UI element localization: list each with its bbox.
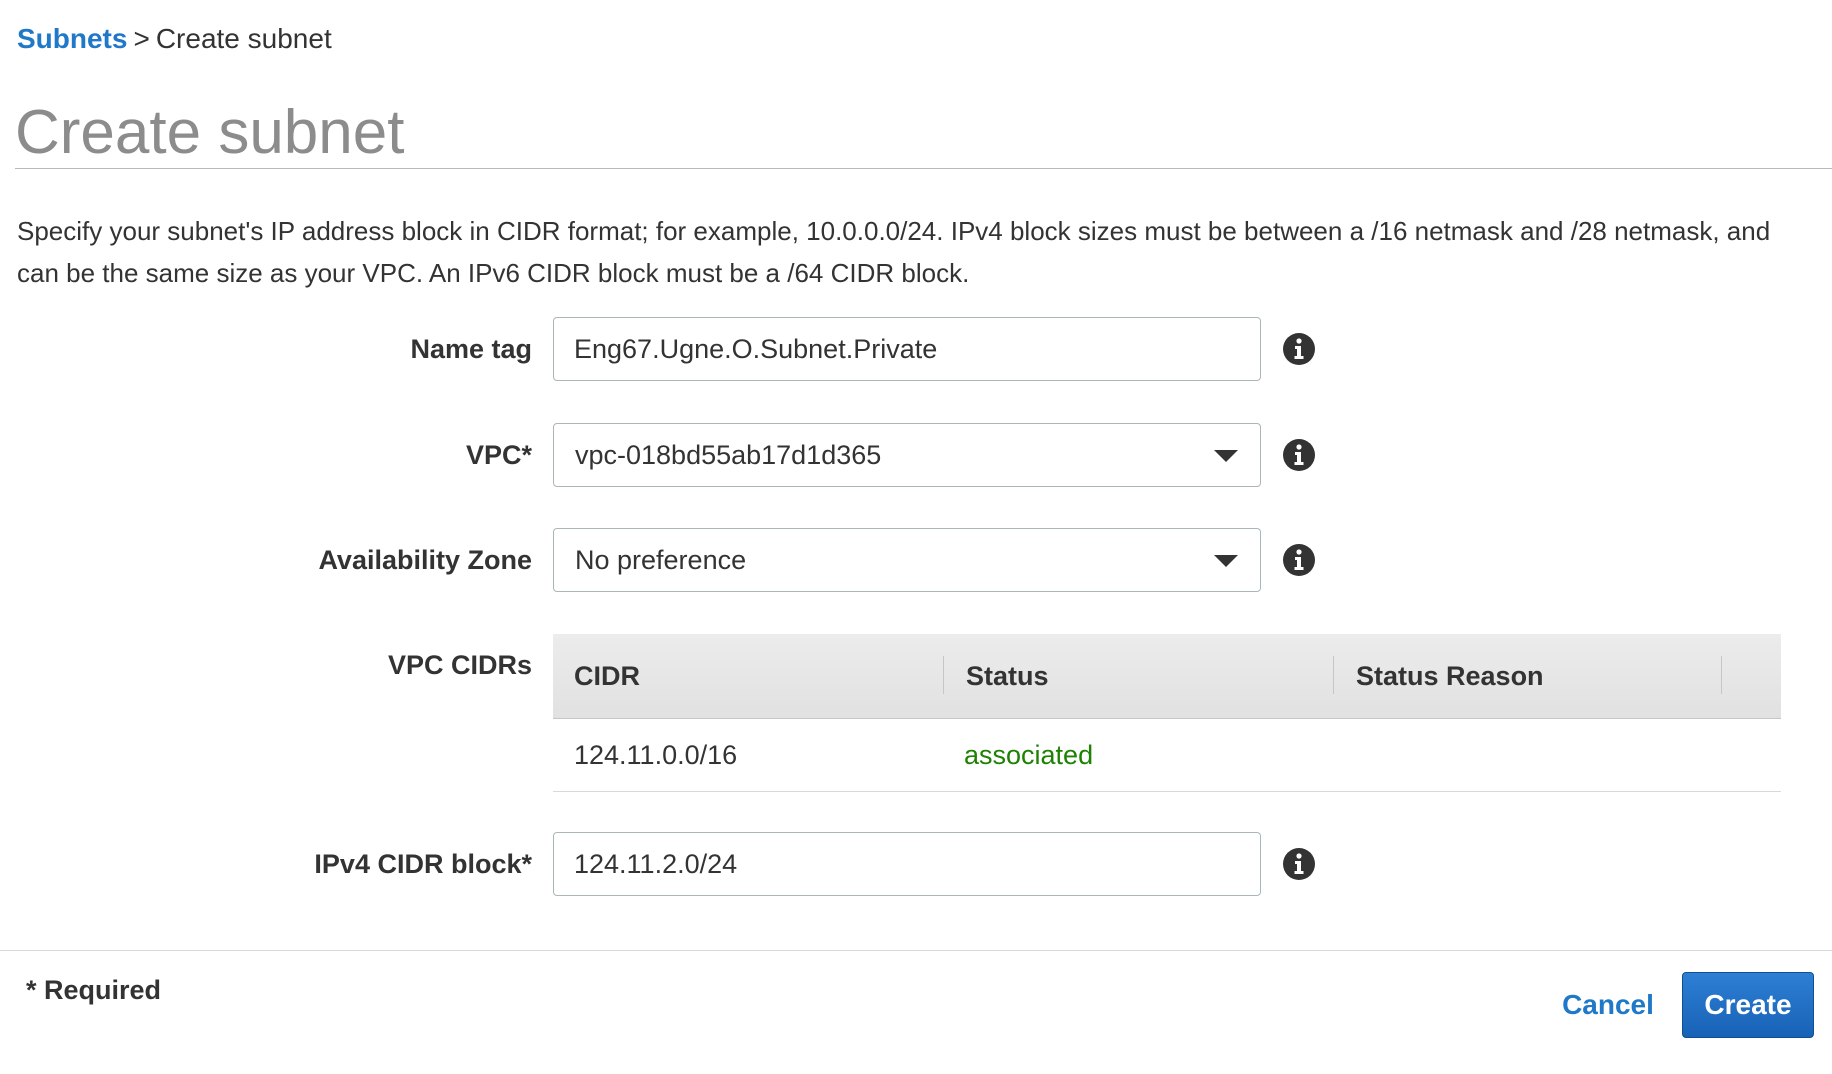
ipv4-cidr-label: IPv4 CIDR block* (314, 849, 532, 879)
availability-zone-select-value: No preference (575, 545, 747, 575)
column-divider (1333, 656, 1334, 694)
page-description: Specify your subnet's IP address block i… (17, 216, 1771, 288)
breadcrumb: Subnets > Create subnet (17, 22, 332, 56)
table-row: 124.11.0.0/16 associated (553, 719, 1781, 792)
info-icon[interactable] (1282, 332, 1316, 366)
footer-divider (0, 950, 1832, 951)
name-tag-label: Name tag (410, 334, 532, 364)
availability-zone-label: Availability Zone (318, 545, 532, 575)
breadcrumb-current: Create subnet (155, 23, 332, 54)
status-badge: associated (964, 740, 1094, 770)
info-icon[interactable] (1282, 438, 1316, 472)
caret-down-icon (1214, 450, 1238, 462)
availability-zone-select[interactable]: No preference (553, 528, 1261, 592)
ipv4-cidr-input[interactable] (553, 832, 1261, 896)
breadcrumb-link-subnets[interactable]: Subnets (17, 23, 127, 54)
vpc-cidrs-table: CIDR Status Status Reason 124.11.0.0/16 … (553, 634, 1781, 792)
name-tag-input[interactable] (553, 317, 1261, 381)
info-icon[interactable] (1282, 847, 1316, 881)
cancel-button[interactable]: Cancel (1548, 976, 1668, 1034)
info-icon[interactable] (1282, 543, 1316, 577)
breadcrumb-separator: > (133, 23, 150, 54)
cell-cidr: 124.11.0.0/16 (574, 740, 738, 770)
create-button[interactable]: Create (1682, 972, 1814, 1038)
caret-down-icon (1214, 555, 1238, 567)
vpc-select[interactable]: vpc-018bd55ab17d1d365 (553, 423, 1261, 487)
column-header-cidr[interactable]: CIDR (574, 634, 640, 718)
table-header: CIDR Status Status Reason (553, 634, 1781, 719)
column-divider (943, 656, 944, 694)
column-header-status-reason[interactable]: Status Reason (1356, 634, 1544, 718)
vpc-cidrs-label: VPC CIDRs (387, 650, 532, 680)
vpc-label: VPC* (465, 440, 532, 470)
title-divider (15, 168, 1832, 169)
vpc-select-value: vpc-018bd55ab17d1d365 (575, 440, 882, 470)
required-note: * Required (26, 975, 162, 1005)
page-title: Create subnet (15, 98, 405, 167)
column-divider (1721, 656, 1722, 694)
column-header-status[interactable]: Status (966, 634, 1049, 718)
